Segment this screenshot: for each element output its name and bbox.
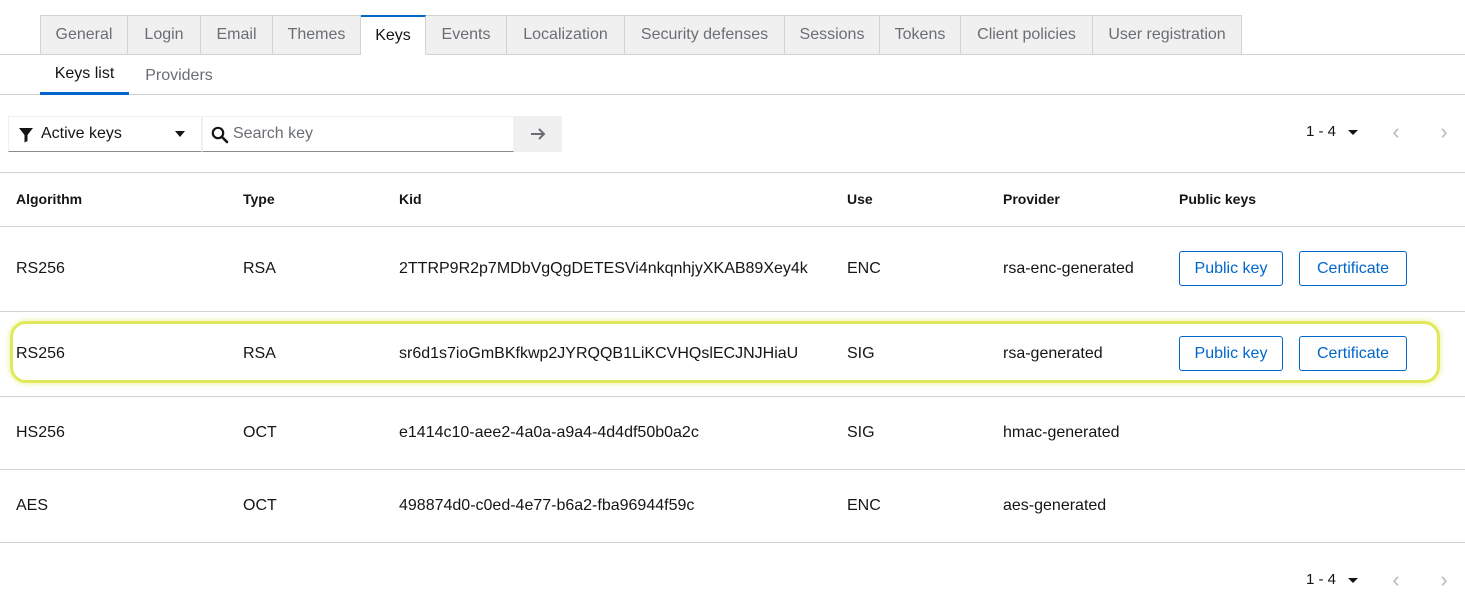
cell-algorithm: RS256 bbox=[16, 345, 65, 362]
cell-kid: e1414c10-aee2-4a0a-a9a4-4d4df50b0a2c bbox=[399, 424, 699, 441]
cell-algorithm: HS256 bbox=[16, 424, 65, 441]
column-header-algorithm: Algorithm bbox=[16, 191, 83, 207]
next-page-button[interactable]: › bbox=[1432, 121, 1456, 145]
subtab-providers[interactable]: Providers bbox=[129, 56, 229, 95]
row-divider bbox=[0, 469, 1465, 470]
tab-localization[interactable]: Localization bbox=[507, 15, 625, 55]
column-header-provider: Provider bbox=[1003, 191, 1060, 207]
cell-use: ENC bbox=[847, 497, 881, 514]
key-filter-dropdown[interactable]: Active keys bbox=[8, 116, 202, 152]
caret-down-icon bbox=[1348, 130, 1358, 135]
tab-tokens[interactable]: Tokens bbox=[880, 15, 961, 55]
cell-algorithm: AES bbox=[16, 497, 49, 514]
pagination-top: 1 - 4 ‹ › bbox=[1306, 121, 1456, 145]
cell-type: RSA bbox=[243, 260, 276, 277]
cell-kid: 2TTRP9R2p7MDbVgQgDETESVi4nkqnhjyXKAB89Xe… bbox=[399, 260, 808, 277]
row-divider bbox=[0, 542, 1465, 543]
caret-down-icon bbox=[175, 131, 185, 137]
search-box bbox=[202, 116, 514, 152]
cell-provider: hmac-generated bbox=[1003, 424, 1120, 441]
row-divider bbox=[0, 226, 1465, 227]
search-icon bbox=[211, 126, 229, 144]
filter-label: Active keys bbox=[41, 125, 122, 142]
previous-page-button[interactable]: ‹ bbox=[1384, 121, 1408, 145]
column-header-use: Use bbox=[847, 191, 873, 207]
cell-type: RSA bbox=[243, 345, 276, 362]
pagination-range[interactable]: 1 - 4 bbox=[1306, 123, 1336, 140]
column-header-kid: Kid bbox=[399, 191, 422, 207]
tab-keys[interactable]: Keys bbox=[361, 15, 426, 55]
tab-sessions[interactable]: Sessions bbox=[785, 15, 880, 55]
certificate-button[interactable]: Certificate bbox=[1299, 336, 1407, 371]
cell-kid: 498874d0-c0ed-4e77-b6a2-fba96944f59c bbox=[399, 497, 695, 514]
previous-page-button[interactable]: ‹ bbox=[1384, 569, 1408, 593]
tab-client-policies[interactable]: Client policies bbox=[961, 15, 1093, 55]
cell-provider: rsa-enc-generated bbox=[1003, 260, 1134, 277]
tab-general[interactable]: General bbox=[40, 15, 128, 55]
cell-use: SIG bbox=[847, 424, 875, 441]
tab-login[interactable]: Login bbox=[128, 15, 201, 55]
tab-security-defenses[interactable]: Security defenses bbox=[625, 15, 785, 55]
table-divider bbox=[0, 172, 1465, 173]
row-divider bbox=[0, 311, 1465, 312]
pagination-range[interactable]: 1 - 4 bbox=[1306, 571, 1336, 588]
tab-user-registration[interactable]: User registration bbox=[1093, 15, 1242, 55]
cell-use: ENC bbox=[847, 260, 881, 277]
cell-type: OCT bbox=[243, 497, 277, 514]
column-header-public-keys: Public keys bbox=[1179, 191, 1257, 207]
tab-events[interactable]: Events bbox=[426, 15, 507, 55]
filter-icon bbox=[19, 128, 33, 143]
subtab-keys-list[interactable]: Keys list bbox=[40, 56, 129, 95]
realm-settings-tabs: General Login Email Themes Keys Events L… bbox=[0, 15, 1465, 55]
tab-themes[interactable]: Themes bbox=[273, 15, 361, 55]
cell-algorithm: RS256 bbox=[16, 260, 65, 277]
certificate-button[interactable]: Certificate bbox=[1299, 251, 1407, 286]
cell-use: SIG bbox=[847, 345, 875, 362]
arrow-right-icon bbox=[531, 128, 546, 140]
public-key-button[interactable]: Public key bbox=[1179, 336, 1283, 371]
cell-kid: sr6d1s7ioGmBKfkwp2JYRQQB1LiKCVHQslECJNJH… bbox=[399, 345, 799, 362]
caret-down-icon bbox=[1348, 578, 1358, 583]
search-submit-button[interactable] bbox=[514, 116, 562, 152]
search-input[interactable] bbox=[233, 118, 511, 150]
public-key-button[interactable]: Public key bbox=[1179, 251, 1283, 286]
cell-provider: aes-generated bbox=[1003, 497, 1107, 514]
keys-subtabs: Keys list Providers bbox=[0, 56, 1465, 95]
row-divider bbox=[0, 396, 1465, 397]
pagination-bottom: 1 - 4 ‹ › bbox=[1306, 569, 1456, 593]
column-header-type: Type bbox=[243, 191, 275, 207]
tab-email[interactable]: Email bbox=[201, 15, 273, 55]
cell-provider: rsa-generated bbox=[1003, 345, 1103, 362]
next-page-button[interactable]: › bbox=[1432, 569, 1456, 593]
cell-type: OCT bbox=[243, 424, 277, 441]
